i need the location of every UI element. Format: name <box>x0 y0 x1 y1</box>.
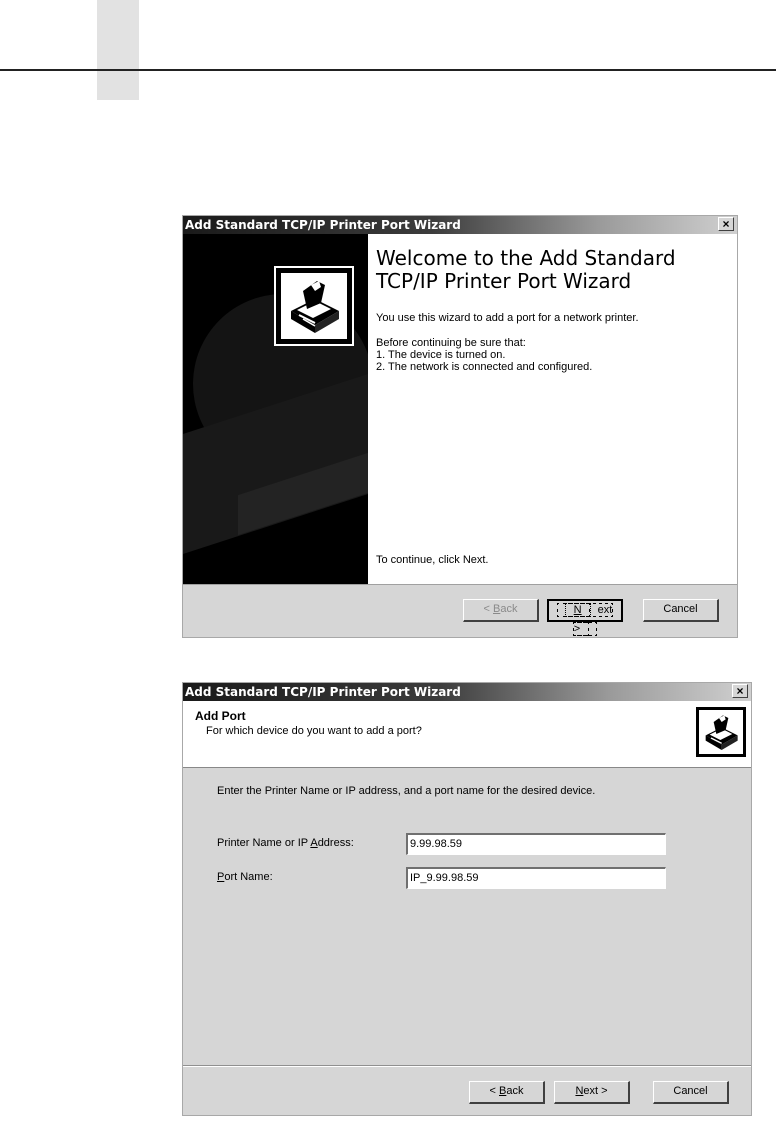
add-port-wizard-dialog: Add Standard TCP/IP Printer Port Wizard … <box>182 682 752 1116</box>
next-button-label: ext > <box>583 1085 608 1097</box>
printer-icon <box>696 707 746 757</box>
before-text: Before continuing be sure that: <box>376 337 526 349</box>
wizard-title: Add Standard TCP/IP Printer Port Wizard <box>185 218 461 232</box>
checklist-item-1: 1. The device is turned on. <box>376 349 506 361</box>
page-title: Add Port <box>195 709 246 723</box>
cancel-button[interactable]: Cancel <box>653 1081 729 1104</box>
port-name-input[interactable]: IP_9.99.98.59 <box>406 867 666 889</box>
back-button-prefix: < <box>483 603 493 615</box>
printer-name-input[interactable]: 9.99.98.59 <box>406 833 666 855</box>
welcome-wizard-dialog: Add Standard TCP/IP Printer Port Wizard … <box>182 215 738 638</box>
next-button[interactable]: Next > <box>547 599 623 636</box>
close-button[interactable]: × <box>718 217 734 231</box>
printer-name-label: Printer Name or IP Address: <box>217 837 354 849</box>
port-name-label-rest: ort Name: <box>224 871 273 883</box>
continue-text: To continue, click Next. <box>376 554 489 566</box>
intro-text: You use this wizard to add a port for a … <box>376 312 639 324</box>
page-tab-marker <box>97 0 139 100</box>
printer-name-label-prefix: Printer Name or IP <box>217 837 311 849</box>
back-button-label: ack <box>506 1085 524 1097</box>
back-button-label: ack <box>500 603 518 615</box>
wizard-title-bar: Add Standard TCP/IP Printer Port Wizard <box>183 216 737 234</box>
welcome-heading-line2: TCP/IP Printer Port Wizard <box>376 269 632 293</box>
port-name-label: Port Name: <box>217 871 273 883</box>
wizard-side-banner <box>183 234 368 586</box>
welcome-heading-line1: Welcome to the Add Standard <box>376 246 676 270</box>
welcome-heading: Welcome to the Add Standard TCP/IP Print… <box>376 247 726 293</box>
page-subtitle: For which device do you want to add a po… <box>206 725 422 737</box>
printer-icon <box>274 266 354 346</box>
button-bar: < Back Next > Cancel <box>183 584 737 637</box>
close-button[interactable]: × <box>732 684 748 698</box>
wizard-title: Add Standard TCP/IP Printer Port Wizard <box>185 685 461 699</box>
cancel-button[interactable]: Cancel <box>643 599 719 622</box>
printer-name-label-mnemonic: A <box>310 837 318 849</box>
back-button[interactable]: < Back <box>469 1081 545 1104</box>
back-button-prefix: < <box>489 1085 499 1097</box>
instruction-text: Enter the Printer Name or IP address, an… <box>217 785 596 797</box>
wizard-title-bar: Add Standard TCP/IP Printer Port Wizard <box>183 683 751 701</box>
footer-separator <box>183 1065 751 1067</box>
header-rule <box>0 69 776 71</box>
next-button-mnemonic: N <box>564 603 591 617</box>
checklist-item-2: 2. The network is connected and configur… <box>376 361 593 373</box>
wizard-header: Add Port For which device do you want to… <box>183 701 751 768</box>
wizard-content: Welcome to the Add Standard TCP/IP Print… <box>368 234 737 586</box>
printer-name-label-rest: ddress: <box>317 837 354 849</box>
back-button[interactable]: < Back <box>463 599 539 622</box>
next-button-focus: Next > <box>556 603 614 636</box>
next-button[interactable]: Next > <box>554 1081 630 1104</box>
